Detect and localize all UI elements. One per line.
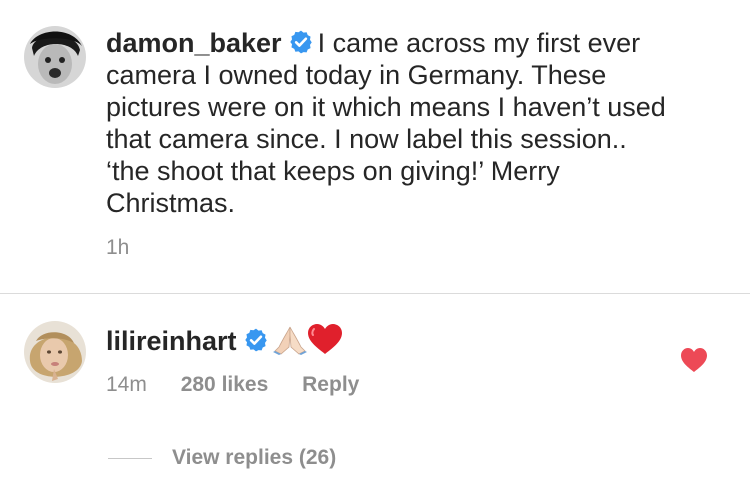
verified-badge-icon bbox=[289, 30, 312, 54]
comment-author-avatar[interactable] bbox=[24, 321, 86, 383]
verified-badge-icon bbox=[244, 328, 267, 352]
comment-author-username[interactable]: lilireinhart bbox=[106, 326, 237, 356]
post-author-avatar[interactable] bbox=[24, 26, 86, 88]
comment-text: lilireinhart bbox=[106, 323, 343, 357]
post-timestamp: 1h bbox=[106, 236, 130, 259]
comment-likes-count[interactable]: 280 likes bbox=[181, 373, 269, 396]
red-heart-icon bbox=[307, 324, 342, 354]
comment-like-heart-icon[interactable] bbox=[680, 347, 708, 373]
post-caption: damon_baker I came across my first ever c… bbox=[106, 27, 666, 219]
replies-divider-line bbox=[108, 458, 152, 459]
comment-meta: 14m 280 likes Reply bbox=[106, 373, 387, 397]
divider bbox=[0, 293, 750, 294]
post-author-username[interactable]: damon_baker bbox=[106, 28, 282, 58]
view-replies-button[interactable]: View replies (26) bbox=[172, 446, 336, 470]
reply-button[interactable]: Reply bbox=[302, 373, 359, 396]
folded-hands-icon bbox=[272, 326, 307, 355]
comment-timestamp: 14m bbox=[106, 373, 147, 396]
